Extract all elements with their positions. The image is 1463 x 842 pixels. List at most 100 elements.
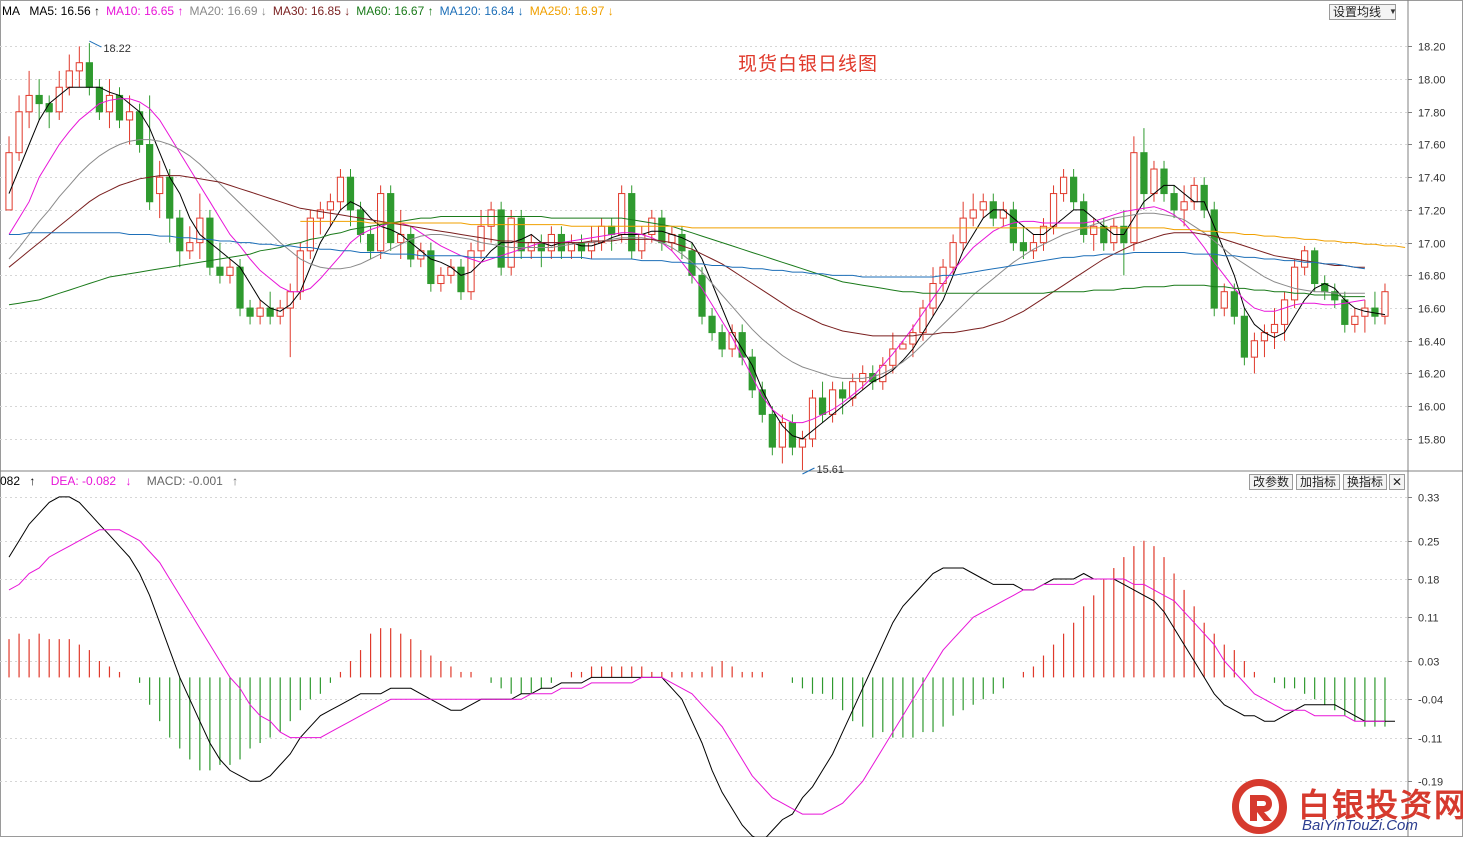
candle-down bbox=[608, 225, 616, 235]
candle-down bbox=[346, 176, 355, 211]
legend-ma250: MA250: 16.97 ↓ bbox=[529, 4, 614, 18]
candle-up bbox=[1301, 250, 1309, 268]
macd-tick-label: 0.33 bbox=[1418, 493, 1439, 505]
candle-up bbox=[15, 111, 23, 154]
candle-down bbox=[95, 86, 104, 113]
candle-down bbox=[1140, 152, 1148, 195]
candle-down bbox=[457, 266, 465, 293]
candle-down bbox=[497, 209, 505, 268]
price-tick-label: 16.80 bbox=[1418, 271, 1446, 283]
chart-title: 现货白银日线图 bbox=[738, 53, 879, 75]
candle-down bbox=[517, 217, 525, 252]
candle-down bbox=[85, 62, 93, 88]
watermark: 白银投资网 BaiYinTouZi.Com bbox=[1226, 776, 1463, 836]
candle-up bbox=[336, 176, 345, 203]
candle-up bbox=[226, 266, 234, 276]
candle-up bbox=[1290, 266, 1299, 301]
candle-up bbox=[909, 332, 917, 345]
candle-up bbox=[156, 176, 164, 195]
candle-up bbox=[256, 307, 264, 317]
candle-up bbox=[5, 152, 13, 211]
modify-params-button[interactable]: 改参数 bbox=[1249, 474, 1294, 490]
ma-legend: MA MA5: 16.56 ↑ MA10: 16.65 ↑ MA20: 16.69 … bbox=[2, 4, 626, 18]
diff-legend: 082 ↑ bbox=[0, 474, 36, 488]
candle-up bbox=[25, 94, 33, 113]
ma-line-ma5 bbox=[8, 86, 1386, 440]
close-icon: ✕ bbox=[1392, 475, 1403, 489]
switch-indicator-button[interactable]: 换指标 bbox=[1343, 474, 1388, 490]
macd-legend: 082 ↑ DEA: -0.082 ↓ MACD: -0.001 ↑ bbox=[0, 474, 250, 488]
candle-up bbox=[186, 242, 194, 252]
macd-tick-label: 0.25 bbox=[1418, 537, 1439, 549]
candle-down bbox=[146, 143, 154, 203]
candle-up bbox=[1270, 323, 1279, 334]
candle-up bbox=[1351, 315, 1359, 325]
candle-down bbox=[236, 266, 244, 309]
close-panel-button[interactable]: ✕ bbox=[1389, 474, 1406, 490]
candle-up bbox=[487, 209, 495, 227]
chevron-down-icon[interactable]: ▼ bbox=[1389, 7, 1397, 16]
candle-down bbox=[35, 94, 43, 105]
dea-legend: DEA: -0.082 ↓ bbox=[50, 474, 132, 488]
candle-up bbox=[1150, 168, 1158, 195]
candle-up bbox=[959, 217, 967, 244]
set-ma-button[interactable]: 设置均线 bbox=[1329, 4, 1397, 20]
candle-down bbox=[176, 217, 184, 252]
price-tick-label: 17.00 bbox=[1418, 239, 1446, 251]
add-indicator-button[interactable]: 加指标 bbox=[1296, 474, 1341, 490]
legend-ma20: MA20: 16.69 ↓ bbox=[189, 4, 267, 18]
low-marker-label: 15.61 bbox=[816, 464, 844, 476]
price-tick-label: 17.80 bbox=[1418, 108, 1446, 120]
silver-logo-icon bbox=[1232, 779, 1287, 834]
candle-up bbox=[1180, 201, 1188, 211]
candle-up bbox=[326, 201, 335, 211]
candle-down bbox=[1240, 315, 1248, 358]
price-panel: 18.22 15.61 bbox=[5, 40, 1406, 476]
candle-up bbox=[1381, 291, 1389, 317]
price-tick-label: 17.40 bbox=[1418, 173, 1446, 185]
macd-tick-label: -0.11 bbox=[1418, 734, 1442, 746]
candle-down bbox=[1160, 168, 1168, 195]
candle-down bbox=[1170, 193, 1178, 211]
legend-ma60: MA60: 16.67 ↑ bbox=[356, 4, 434, 18]
price-tick-label: 16.20 bbox=[1418, 369, 1446, 381]
legend-ma30: MA30: 16.85 ↓ bbox=[272, 4, 351, 18]
candle-up bbox=[949, 242, 957, 268]
macd-value-legend: MACD: -0.001 ↑ bbox=[146, 474, 239, 488]
candle-up bbox=[437, 274, 445, 285]
candle-up bbox=[65, 70, 73, 88]
candle-down bbox=[166, 176, 174, 219]
candle-up bbox=[618, 193, 626, 235]
macd-line-diff bbox=[8, 496, 1395, 842]
candle-down bbox=[708, 315, 716, 334]
candle-up bbox=[979, 201, 987, 211]
watermark-url: BaiYinTouZi.Com bbox=[1302, 817, 1418, 834]
macd-line-dea bbox=[8, 529, 1385, 815]
price-tick-label: 18.20 bbox=[1418, 42, 1446, 54]
candle-down bbox=[1009, 209, 1017, 244]
macd-tick-label: 0.18 bbox=[1418, 575, 1439, 587]
candle-down bbox=[1311, 250, 1319, 285]
price-tick-label: 17.60 bbox=[1418, 140, 1446, 152]
chart-canvas: 18.22 15.61 18.20 18.00 17.80 17.60 17.40 17.2… bbox=[0, 0, 1463, 842]
candle-down bbox=[366, 233, 375, 252]
price-tick-label: 16.00 bbox=[1418, 402, 1446, 414]
macd-tick-label: 0.03 bbox=[1418, 657, 1439, 669]
candle-down bbox=[537, 242, 545, 252]
high-marker-label: 18.22 bbox=[103, 43, 131, 55]
candle-down bbox=[387, 193, 395, 244]
candle-down bbox=[628, 193, 636, 252]
candle-up bbox=[306, 217, 314, 252]
price-tick-label: 17.20 bbox=[1418, 206, 1446, 218]
candle-down bbox=[788, 422, 797, 448]
price-tick-label: 15.80 bbox=[1418, 435, 1446, 447]
candle-down bbox=[839, 389, 847, 399]
ma-legend-prefix: MA bbox=[2, 4, 20, 18]
candle-up bbox=[1220, 291, 1228, 309]
candle-down bbox=[768, 413, 776, 448]
y-axis: 18.20 18.00 17.80 17.60 17.40 17.20 17.00 16.80… bbox=[1408, 42, 1446, 789]
macd-tick-label: -0.04 bbox=[1418, 695, 1443, 707]
candle-up bbox=[899, 343, 907, 350]
chart-stage: 18.22 15.61 18.20 18.00 17.80 17.60 17.40 17.2… bbox=[0, 0, 1463, 842]
candle-up bbox=[1049, 193, 1058, 227]
